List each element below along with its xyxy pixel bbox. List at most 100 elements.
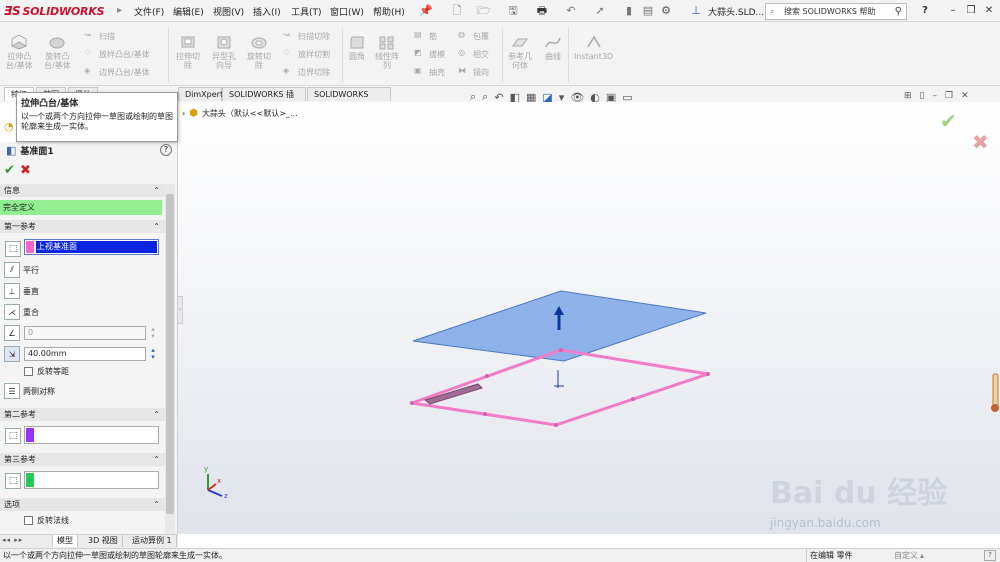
extrude-cut-button[interactable]: 拉伸切 除 <box>176 34 200 70</box>
draft-button[interactable]: ◩ 拔模 <box>414 48 445 60</box>
help-circle-icon[interactable]: ? <box>160 144 172 156</box>
linear-pattern-button[interactable]: 线性阵 列 <box>375 34 399 70</box>
panel-scrollbar[interactable] <box>165 184 175 534</box>
menu-help[interactable]: 帮助(H) <box>373 5 405 18</box>
solidworks-logo[interactable]: ƎS SOLIDWORKS <box>4 3 105 19</box>
shell-button[interactable]: ▣ 抽壳 <box>414 66 445 78</box>
mirror-button[interactable]: ⧓ 镜向 <box>458 66 489 78</box>
intersect-button[interactable]: ◎ 相交 <box>458 48 489 60</box>
flip-offset-checkbox[interactable]: 反转等距 <box>24 366 69 377</box>
rebuild-icon[interactable]: ▮ <box>621 3 637 19</box>
first-reference-field[interactable]: 上视基准面 <box>24 239 159 255</box>
angle-spinner[interactable]: ▴ ▾ <box>148 326 158 340</box>
sweep-button[interactable]: ↝ 扫描 <box>84 30 115 42</box>
file-properties-icon[interactable]: ▤ <box>640 3 656 19</box>
extrude-boss-button[interactable]: 拉伸凸 台/基体 <box>6 34 33 70</box>
wrap-button[interactable]: ◍ 包覆 <box>458 30 489 42</box>
boundary-boss-button[interactable]: ◈ 边界凸台/基体 <box>84 66 150 78</box>
flip-offset-box[interactable] <box>24 367 33 376</box>
coincident-option[interactable]: ⋌ 重合 <box>4 304 39 320</box>
parallel-option[interactable]: ⫽ 平行 <box>4 262 39 278</box>
boundary-cut-button[interactable]: ◈ 边界切除 <box>283 66 330 78</box>
menu-insert[interactable]: 插入(I) <box>253 5 281 18</box>
distance-input[interactable]: 40.00mm <box>24 347 146 361</box>
menu-edit[interactable]: 编辑(E) <box>173 5 204 18</box>
menu-view[interactable]: 视图(V) <box>213 5 244 18</box>
tab-scroll-arrows[interactable]: ◂◂ ▸▸ <box>2 536 23 544</box>
second-reference-color <box>26 428 34 442</box>
reference-plane-top[interactable] <box>411 348 709 427</box>
tab-solidworks-addins[interactable]: SOLIDWORKS 插件 <box>222 87 306 112</box>
save-icon[interactable]: 🖫 <box>505 3 521 19</box>
collapse-caret-icon[interactable]: ⌃ <box>153 220 160 233</box>
tab-model[interactable]: 模型 <box>52 535 78 547</box>
tab-motion-study[interactable]: 运动算例 1 <box>128 535 177 547</box>
collapse-caret-icon[interactable]: ⌃ <box>153 498 160 511</box>
third-reference-header[interactable]: 第三参考 ⌃ <box>0 453 168 466</box>
new-document-icon[interactable]: 🗋 <box>449 3 465 19</box>
select-icon[interactable]: ➚ <box>592 3 608 19</box>
options-gear-icon[interactable]: ⚙ <box>658 3 674 19</box>
close-button[interactable]: ✕ <box>982 4 996 18</box>
instant3d-button[interactable]: Instant3D <box>574 34 613 61</box>
angle-input[interactable]: 0 <box>24 326 146 340</box>
loft-cut-button[interactable]: ♢ 放样切割 <box>283 48 330 60</box>
tab-solidworks-mbd[interactable]: SOLIDWORKS MBD <box>307 87 391 112</box>
options-section-header[interactable]: 选项 ⌃ <box>0 498 168 511</box>
flip-normal-box[interactable] <box>24 516 33 525</box>
rib-button[interactable]: ▤ 筋 <box>414 30 437 42</box>
property-manager-title: 基准面1 <box>20 147 54 157</box>
draft-icon: ◩ <box>414 48 422 57</box>
revolve-boss-icon <box>48 34 66 50</box>
info-section-header[interactable]: 信息 ⌃ <box>0 184 168 197</box>
second-reference-header[interactable]: 第二参考 ⌃ <box>0 408 168 421</box>
perpendicular-option[interactable]: ⊥ 垂直 <box>4 283 39 299</box>
help-icon[interactable]: ? <box>918 4 932 18</box>
fillet-button[interactable]: 圆角 <box>348 34 366 61</box>
revolve-cut-label: 旋转切 除 <box>247 52 271 70</box>
tab-dimxpert[interactable]: DimXpert <box>178 87 223 101</box>
intersect-label: 相交 <box>473 49 489 59</box>
units-dropdown-icon[interactable]: ▴ <box>920 549 924 562</box>
menu-window[interactable]: 窗口(W) <box>330 5 364 18</box>
collapse-caret-icon[interactable]: ⌃ <box>153 408 160 421</box>
offset-distance-option[interactable]: ⇲ <box>4 346 23 362</box>
help-search-input[interactable]: ⌕ 搜索 SOLIDWORKS 帮助 ⚲ <box>765 3 907 20</box>
first-reference-header[interactable]: 第一参考 ⌃ <box>0 220 168 233</box>
flip-normal-checkbox[interactable]: 反转法线 <box>24 515 69 526</box>
extrude-boss-icon <box>10 34 28 50</box>
reference-geometry-button[interactable]: 参考几 何体 <box>508 34 532 70</box>
panel-collapse-handle[interactable]: › <box>177 296 183 324</box>
panel-scrollbar-thumb[interactable] <box>166 194 174 514</box>
second-reference-field[interactable] <box>24 426 159 444</box>
distance-spinner[interactable]: ▴ ▾ <box>148 347 158 361</box>
restore-button[interactable]: ❐ <box>964 4 978 18</box>
collapse-caret-icon[interactable]: ⌃ <box>153 184 160 197</box>
minimize-button[interactable]: – <box>946 4 960 18</box>
loft-boss-button[interactable]: ♢ 放样凸台/基体 <box>84 48 150 60</box>
pin-icon[interactable]: 📌 <box>418 3 434 19</box>
status-help-icon[interactable]: ? <box>984 550 996 561</box>
status-custom-units[interactable]: 自定义 <box>894 549 918 562</box>
menu-file[interactable]: 文件(F) <box>134 5 164 18</box>
curves-button[interactable]: 曲线 <box>544 34 562 61</box>
collapse-caret-icon[interactable]: ⌃ <box>153 453 160 466</box>
menu-tools[interactable]: 工具(T) <box>291 5 322 18</box>
open-icon[interactable]: 🗁 <box>476 3 492 19</box>
revolve-cut-button[interactable]: 旋转切 除 <box>247 34 271 70</box>
undo-icon[interactable]: ↶ <box>563 3 579 19</box>
print-icon[interactable]: 🖶 <box>534 3 550 19</box>
search-icon[interactable]: ⚲ <box>895 4 902 19</box>
revolve-boss-button[interactable]: 旋转凸 台/基体 <box>44 34 71 70</box>
tab-3d-views[interactable]: 3D 视图 <box>84 535 123 547</box>
cancel-button[interactable]: ✖ <box>20 164 31 178</box>
angle-option[interactable]: ∠ <box>4 325 23 341</box>
parallel-icon: ⫽ <box>4 262 20 278</box>
hole-wizard-button[interactable]: 异型孔 向导 <box>212 34 236 70</box>
ok-button[interactable]: ✔ <box>4 164 15 178</box>
mid-plane-option[interactable]: ☰ 两侧对称 <box>4 383 55 399</box>
loft-cut-icon: ♢ <box>283 48 291 57</box>
menu-expand-icon[interactable]: ▸ <box>117 2 127 20</box>
sweep-cut-button[interactable]: ↝ 扫描切除 <box>283 30 330 42</box>
third-reference-field[interactable] <box>24 471 159 489</box>
